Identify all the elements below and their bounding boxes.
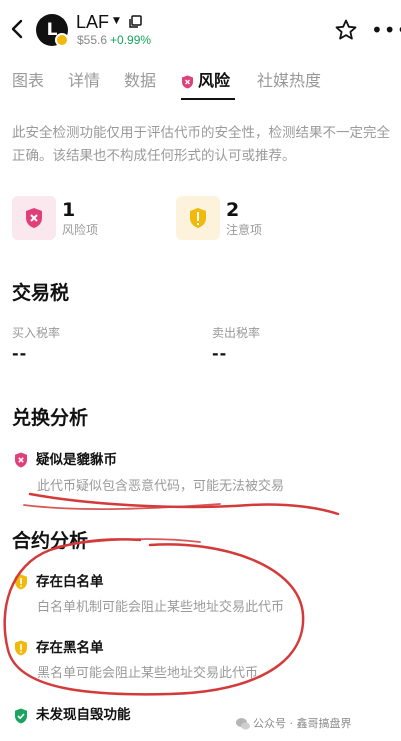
active-tab-underline [181,98,235,100]
swap-section-title: 兑换分析 [12,407,89,429]
sell-tax-label: 卖出税率 [212,326,261,340]
tab-social-heat[interactable]: 社媒热度 [257,70,321,92]
chevron-left-icon[interactable] [10,18,28,42]
chain-badge-icon [55,33,69,47]
notice-summary-icon [176,196,220,240]
tab-risk[interactable]: 风险 [198,70,230,92]
notice-label: 注意项 [226,223,263,237]
tax-section-title: 交易税 [12,282,70,304]
notice-count: 2 [226,199,240,221]
shield-x-icon [14,452,28,468]
price: $55.6 [77,33,108,47]
shield-x-icon [181,74,194,89]
wechat-icon [235,716,251,732]
more-icon[interactable]: ••• [371,20,401,40]
whitelist-title: 存在白名单 [36,574,104,590]
whitelist-desc: 白名单机制可能会阻止某些地址交易此代币 [37,600,285,615]
blacklist-title: 存在黑名单 [36,640,104,656]
tab-details[interactable]: 详情 [68,70,100,92]
disclaimer-text: 此安全检测功能仅用于评估代币的安全性，检测结果不一定完全正确。该结果也不构成任何… [12,125,390,164]
coin-name[interactable]: LAF [76,11,109,33]
tab-bar: 图表 详情 数据 风险 社媒热度 [0,68,401,100]
buy-tax-value: -- [12,344,28,363]
blacklist-desc: 黑名单可能会阻止某些地址交易此代币 [37,666,259,681]
watermark-text: 公众号 · 鑫哥搞盘界 [253,717,352,730]
price-change: +0.99% [110,33,152,47]
shield-alert-icon [14,574,28,590]
tab-data[interactable]: 数据 [124,70,156,92]
honeypot-desc: 此代币疑似包含恶意代码，可能无法被交易 [37,479,285,494]
star-icon[interactable] [334,18,358,42]
tab-chart[interactable]: 图表 [12,70,44,92]
top-bar: L LAF ▼ $55.6+0.99% ••• [0,0,401,60]
buy-tax-label: 买入税率 [12,326,61,340]
red-annotation-scribble [3,492,340,696]
risk-count: 1 [62,199,76,221]
no-selfdestruct-title: 未发现自毁功能 [36,707,131,723]
copy-icon[interactable] [128,14,142,28]
contract-section-title: 合约分析 [12,530,89,552]
shield-check-icon [14,708,28,724]
risk-label: 风险项 [62,223,99,237]
shield-alert-icon [14,640,28,656]
sell-tax-value: -- [212,344,228,363]
risk-summary-icon [12,196,56,240]
caret-down-icon[interactable]: ▼ [113,15,120,27]
price-row: $55.6 +0.99% [77,33,151,47]
honeypot-title: 疑似是貔貅币 [36,452,117,468]
